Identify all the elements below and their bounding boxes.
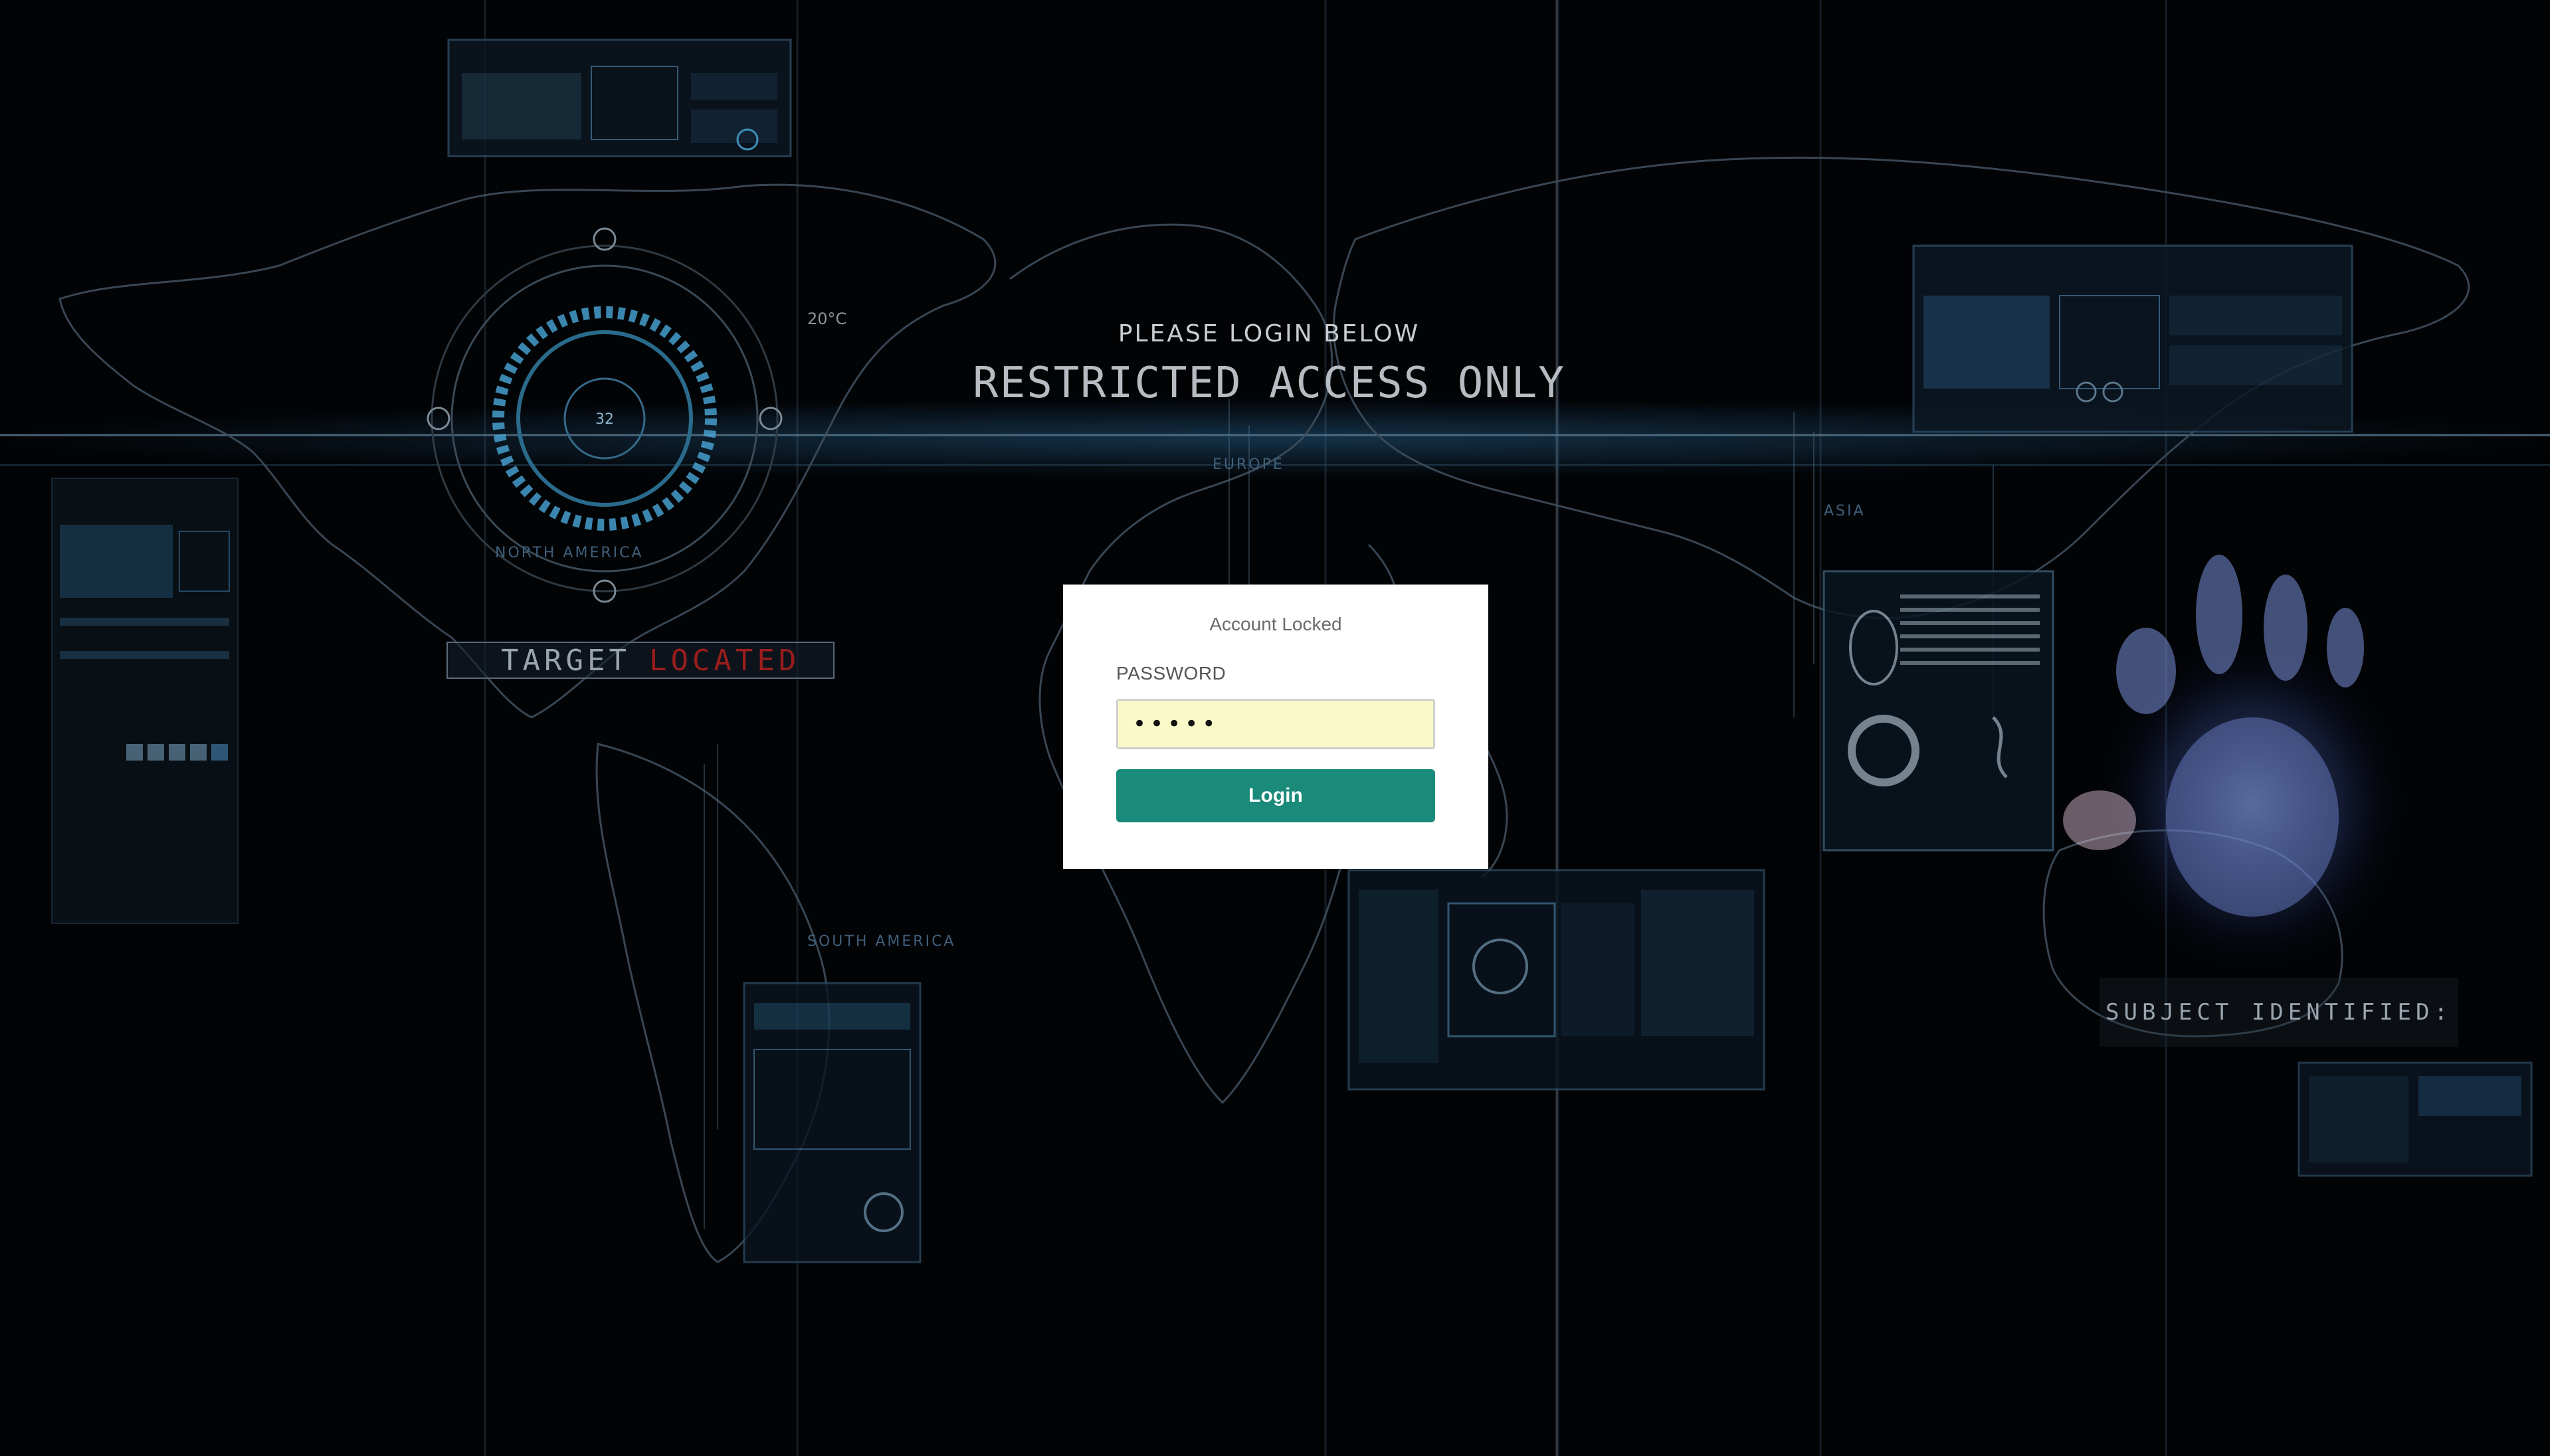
login-button[interactable]: Login xyxy=(1116,769,1435,822)
region-label-asia: ASIA xyxy=(1824,503,1866,519)
password-label: PASSWORD xyxy=(1116,663,1226,683)
restricted-access-heading: RESTRICTED ACCESS ONLY xyxy=(973,359,1565,408)
region-label-north-america: NORTH AMERICA xyxy=(495,545,644,561)
subject-identified-label: SUBJECT IDENTIFIED: xyxy=(2100,978,2458,1047)
password-field[interactable] xyxy=(1116,699,1435,749)
region-label-europe: EUROPE xyxy=(1213,456,1284,473)
svg-text:20°C: 20°C xyxy=(807,310,846,328)
located-word: LOCATED xyxy=(648,643,801,678)
please-login-heading: PLEASE LOGIN BELOW xyxy=(1118,320,1421,347)
target-located-banner: TARGET LOCATED xyxy=(446,642,834,679)
region-label-south-america: SOUTH AMERICA xyxy=(807,933,956,950)
target-word: TARGET xyxy=(501,643,631,678)
svg-text:32: 32 xyxy=(595,411,614,428)
login-panel: Account Locked PASSWORD Login xyxy=(1063,585,1488,869)
account-locked-message: Account Locked xyxy=(1209,614,1342,634)
